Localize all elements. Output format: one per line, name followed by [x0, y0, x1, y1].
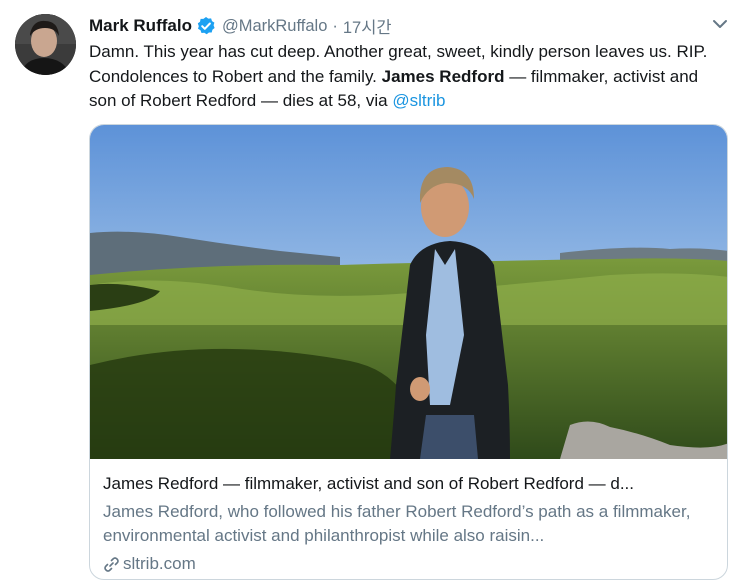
tweet-text: Damn. This year has cut deep. Another gr… [89, 40, 729, 114]
link-icon [103, 556, 120, 573]
tweet[interactable]: Mark Ruffalo @MarkRuffalo · 17시간 Damn. T… [0, 0, 740, 588]
card-body: James Redford — filmmaker, activist and … [103, 472, 715, 576]
card-description: James Redford, who followed his father R… [103, 502, 691, 545]
tweet-header: Mark Ruffalo @MarkRuffalo · 17시간 [89, 14, 392, 38]
card-domain-text[interactable]: sltrib.com [123, 552, 196, 576]
chevron-down-icon[interactable] [709, 15, 731, 33]
card-domain[interactable]: sltrib.com [103, 552, 715, 576]
separator-dot: · [332, 16, 338, 35]
card-title[interactable]: James Redford — filmmaker, activist and … [103, 472, 715, 496]
author-handle[interactable]: @MarkRuffalo [222, 17, 327, 36]
verified-badge-icon [196, 16, 216, 36]
avatar[interactable] [15, 14, 76, 75]
mention-link[interactable]: @sltrib [392, 91, 445, 110]
author-name[interactable]: Mark Ruffalo [89, 16, 192, 36]
link-card[interactable]: James Redford — filmmaker, activist and … [89, 124, 728, 580]
card-image [90, 125, 727, 459]
timestamp[interactable]: 17시간 [343, 14, 392, 38]
tweet-text-bold: James Redford [381, 66, 505, 86]
